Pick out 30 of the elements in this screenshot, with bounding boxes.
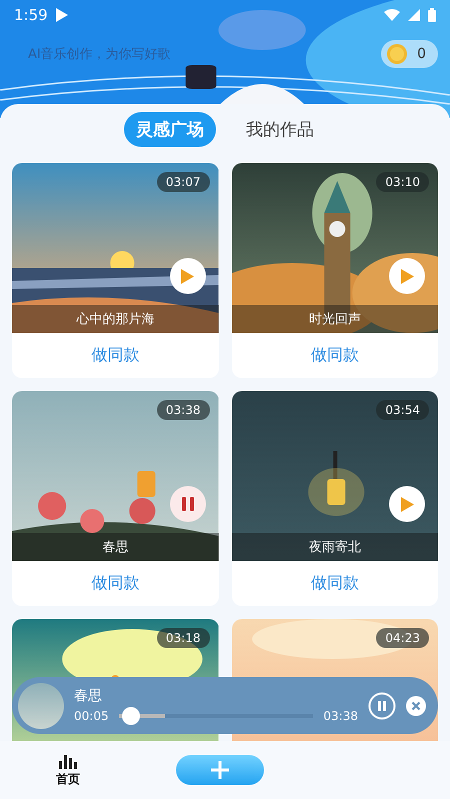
duration-badge: 03:07 <box>156 172 210 192</box>
coin-icon <box>387 44 408 64</box>
play-icon <box>400 496 414 512</box>
status-time: 1:59 <box>14 6 48 24</box>
equalizer-icon <box>59 752 77 768</box>
duration-badge: 03:38 <box>156 400 210 420</box>
song-title: 春思 <box>12 533 218 561</box>
duration-badge: 04:23 <box>376 628 429 648</box>
total-time: 03:38 <box>323 708 358 722</box>
slogan: AI音乐创作，为你写好歌 <box>28 46 171 63</box>
pause-icon <box>182 497 194 511</box>
nav-tab[interactable]: 首页 <box>50 752 86 788</box>
pause-button[interactable] <box>368 692 396 720</box>
wifi-icon <box>384 9 400 21</box>
duration-badge: 03:10 <box>376 172 429 192</box>
song-title: 夜雨寄北 <box>232 533 438 561</box>
tab[interactable]: 我的作品 <box>234 112 326 147</box>
play-icon <box>400 268 414 284</box>
play-icon <box>56 8 68 22</box>
song-title: 时光回声 <box>232 305 438 333</box>
duration-badge: 03:54 <box>376 400 429 420</box>
create-button[interactable] <box>176 755 264 785</box>
tab[interactable]: 灵感广场 <box>124 112 216 147</box>
play-icon <box>181 268 194 284</box>
coin-balance[interactable]: 0 <box>381 40 438 68</box>
song-title: 心中的那片海 <box>12 305 218 333</box>
plus-icon <box>211 761 229 779</box>
signal-icon <box>408 9 420 21</box>
close-button[interactable] <box>406 696 426 716</box>
battery-icon <box>428 8 436 22</box>
